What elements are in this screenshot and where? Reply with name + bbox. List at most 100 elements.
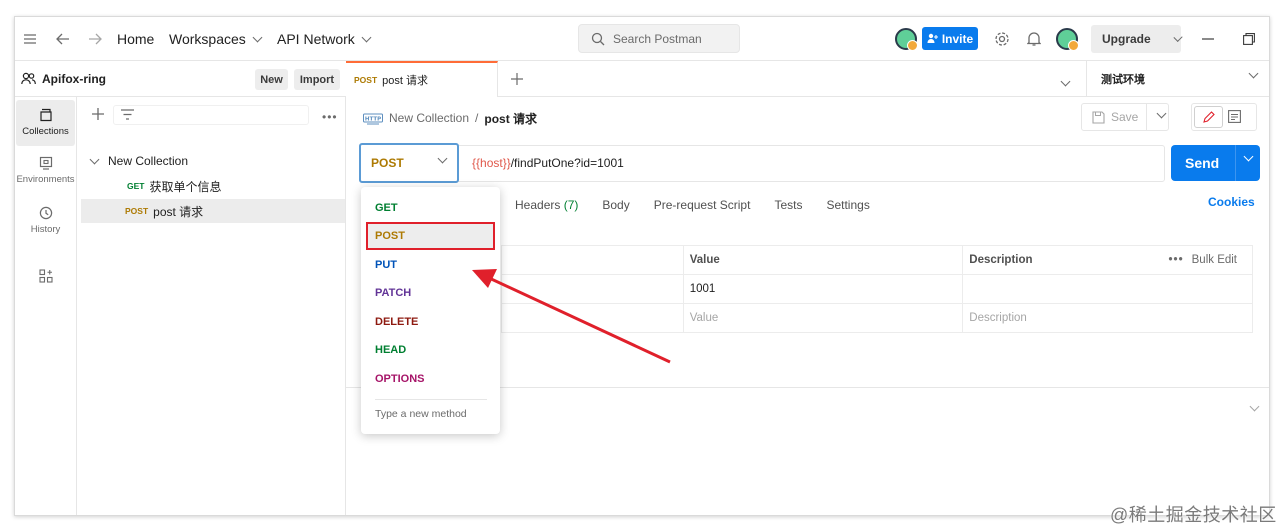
more-options-icon[interactable]: ••• (322, 110, 338, 124)
svg-text:HTTP: HTTP (365, 117, 381, 123)
bulk-edit-cell: ••• Bulk Edit (1162, 245, 1253, 275)
request-item-post[interactable]: POST post 请求 (81, 199, 345, 223)
http-icon: HTTP (363, 113, 383, 125)
tab-tests[interactable]: Tests (774, 198, 802, 212)
api-network-label: API Network (277, 31, 355, 47)
forward-arrow-icon[interactable] (88, 17, 102, 61)
key-cell[interactable] (501, 274, 684, 304)
method-option-head[interactable]: HEAD (361, 336, 500, 364)
breadcrumb-parent[interactable]: New Collection (389, 111, 469, 125)
collections-icon (39, 108, 52, 122)
value-placeholder[interactable]: Value (682, 303, 964, 333)
search-placeholder: Search Postman (613, 31, 702, 46)
home-link[interactable]: Home (117, 17, 154, 61)
new-tab-icon[interactable] (511, 73, 523, 88)
view-toggle (1191, 103, 1257, 131)
team-avatar[interactable] (895, 28, 918, 51)
bulk-edit-link[interactable]: Bulk Edit (1192, 254, 1237, 266)
method-option-patch[interactable]: PATCH (361, 279, 500, 307)
chevron-down-icon (89, 154, 100, 164)
sidebar-item-collections[interactable]: Collections (16, 100, 75, 146)
sidebar-item-apps[interactable] (15, 269, 76, 291)
import-button[interactable]: Import (294, 69, 340, 90)
environment-select[interactable]: 测试环境 (1086, 61, 1269, 97)
tab-bar: POST post 请求 测试环境 (346, 61, 1269, 97)
new-method-input[interactable]: Type a new method (375, 408, 467, 420)
method-option-options[interactable]: OPTIONS (361, 365, 500, 393)
method-badge: POST (354, 75, 378, 85)
url-input[interactable]: {{host}}/findPutOne?id=1001 (472, 156, 624, 170)
table-header-row: Value Description ••• Bulk Edit (501, 245, 1253, 275)
add-collection-icon[interactable] (92, 108, 104, 123)
settings-gear-icon[interactable] (994, 17, 1010, 61)
collection-folder-row[interactable]: New Collection (77, 149, 345, 173)
send-label: Send (1185, 155, 1220, 171)
request-item-get[interactable]: GET 获取单个信息 (77, 174, 345, 198)
request-name: 获取单个信息 (149, 179, 222, 194)
new-button[interactable]: New (255, 69, 288, 90)
value-header: Value (682, 245, 964, 275)
search-input[interactable]: Search Postman (578, 24, 740, 53)
cookies-link[interactable]: Cookies (1208, 195, 1255, 209)
method-option-get[interactable]: GET (361, 194, 500, 222)
tab-pre-request-script[interactable]: Pre-request Script (654, 198, 751, 212)
environments-icon (39, 156, 52, 170)
description-placeholder[interactable]: Description (962, 303, 1253, 333)
save-button[interactable]: Save (1081, 103, 1169, 131)
tabs-overflow-chevron-icon[interactable] (1058, 74, 1071, 88)
chevron-down-icon (1248, 68, 1259, 79)
api-network-menu[interactable]: API Network (277, 17, 372, 61)
add-user-icon (927, 33, 938, 43)
edit-pencil-icon[interactable] (1194, 106, 1223, 128)
more-options-icon[interactable]: ••• (1169, 254, 1184, 266)
workspaces-menu[interactable]: Workspaces (169, 17, 263, 61)
sidebar-item-label: History (30, 224, 61, 235)
option-label: HEAD (375, 344, 407, 356)
restore-window-icon[interactable] (1243, 17, 1255, 61)
collection-name: New Collection (108, 154, 189, 168)
invite-label: Invite (941, 31, 974, 46)
url-variable: {{host}} (472, 156, 511, 170)
sidebar-item-label: Collections (22, 126, 69, 137)
user-avatar[interactable] (1056, 28, 1079, 51)
key-cell[interactable] (501, 303, 684, 333)
tab-label: Headers (515, 198, 561, 212)
tab-body[interactable]: Body (602, 198, 629, 212)
save-icon (1092, 110, 1105, 124)
save-label: Save (1111, 110, 1139, 124)
method-option-delete[interactable]: DELETE (361, 308, 500, 336)
table-row: 1001 (501, 274, 1253, 304)
method-option-post[interactable]: POST (366, 222, 495, 250)
minimize-icon[interactable] (1202, 17, 1214, 61)
sidebar-item-history[interactable]: History (15, 206, 76, 246)
value-cell[interactable]: 1001 (682, 274, 964, 304)
back-arrow-icon[interactable] (56, 17, 70, 61)
method-select[interactable]: POST (359, 143, 459, 183)
response-expand-chevron-icon[interactable] (1247, 399, 1260, 413)
sidebar-item-label: Environments (16, 174, 75, 185)
option-label: OPTIONS (375, 373, 425, 385)
tab-settings[interactable]: Settings (826, 198, 869, 212)
tab-headers[interactable]: Headers (7) (515, 198, 578, 212)
description-cell[interactable] (962, 274, 1253, 304)
sidebar-item-environments[interactable]: Environments (15, 156, 76, 196)
option-label: PUT (375, 259, 397, 271)
collections-search-input[interactable] (113, 105, 309, 125)
chevron-down-icon (361, 32, 372, 42)
apps-icon (38, 269, 53, 283)
chevron-down-icon (1156, 108, 1167, 119)
collections-panel: ••• New Collection GET 获取单个信息 POST post … (77, 97, 346, 515)
invite-button[interactable]: Invite (922, 27, 978, 50)
chevron-down-icon (437, 153, 448, 164)
menu-icon[interactable] (23, 17, 37, 61)
method-option-put[interactable]: PUT (361, 251, 500, 279)
send-button[interactable]: Send (1171, 145, 1260, 181)
breadcrumb-separator: / (475, 111, 479, 125)
tab-post-request[interactable]: POST post 请求 (346, 61, 498, 97)
breadcrumb-current: post 请求 (484, 111, 538, 126)
chevron-down-icon[interactable] (1243, 151, 1254, 162)
notification-bell-icon[interactable] (1027, 17, 1041, 61)
upgrade-button[interactable]: Upgrade (1091, 25, 1183, 53)
comment-icon[interactable] (1228, 110, 1241, 126)
sidebar: Collections Environments History (15, 97, 77, 515)
